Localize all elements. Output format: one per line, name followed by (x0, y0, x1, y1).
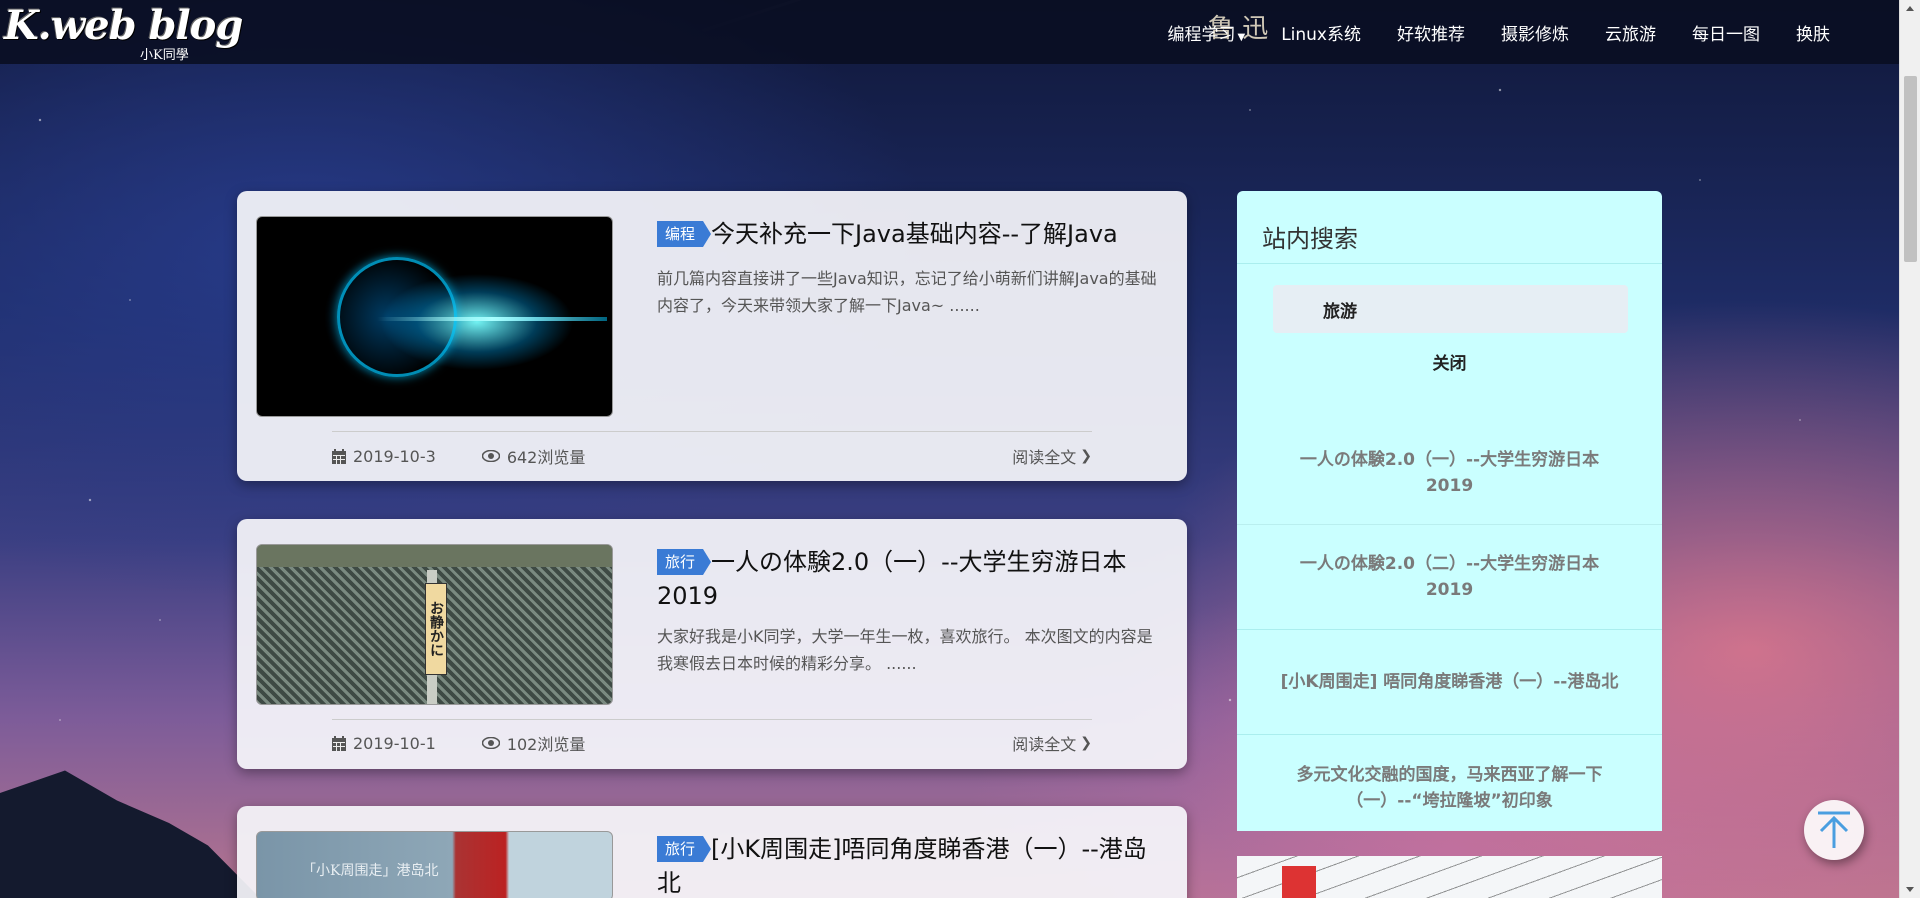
eye-icon (481, 737, 500, 749)
post-excerpt: 前几篇内容直接讲了一些Java知识，忘记了给小萌新们讲解Java的基础内容了，今… (657, 269, 1157, 315)
post-divider (332, 719, 1092, 720)
nav-item-change-skin[interactable]: 换肤 (1796, 20, 1830, 45)
post-title[interactable]: 旅行 一人の体験2.0（一）--大学生穷游日本2019 (657, 545, 1157, 613)
post-card: お静かに 旅行 一人の体験2.0（一）--大学生穷游日本2019 大家好我是小K同… (237, 519, 1187, 769)
calendar-icon (332, 735, 346, 751)
nav-item-photography[interactable]: 摄影修炼 (1501, 20, 1569, 45)
main-nav: 编程学习 ▼ Linux系统 好软推荐 摄影修炼 云旅游 每日一图 换肤 (1167, 20, 1830, 45)
eye-icon (481, 450, 500, 462)
post-thumbnail[interactable]: お静かに (256, 544, 613, 705)
sidebar-search-widget: 站内搜索 旅游 关闭 一人の体験2.0（一）--大学生穷游日本2019 一人の体… (1237, 191, 1662, 831)
post-views: 642浏览量 (481, 444, 586, 468)
nav-item-daily-image[interactable]: 每日一图 (1692, 20, 1760, 45)
post-title-text: [小K周围走]唔同角度睇香港（一）--港岛北 (657, 835, 1147, 897)
caret-down-icon: ▼ (1237, 32, 1246, 43)
thumbnail-decoration (377, 317, 607, 321)
chevron-right-icon: ❯ (1080, 735, 1092, 751)
search-results: 一人の体験2.0（一）--大学生穷游日本2019 一人の体験2.0（二）--大学… (1237, 422, 1662, 840)
post-title[interactable]: 旅行 [小K周围走]唔同角度睇香港（一）--港岛北 (657, 832, 1157, 898)
read-more-link[interactable]: 阅读全文 ❯ (1012, 731, 1092, 755)
nav-item-linux[interactable]: Linux系统 (1281, 20, 1361, 45)
search-result-item[interactable]: 多元文化交融的国度，马来西亚了解一下（一）--“垮拉隆坡”初印象 (1237, 735, 1662, 840)
post-title-text: 一人の体験2.0（一）--大学生穷游日本2019 (657, 548, 1127, 610)
nav-item-programming[interactable]: 编程学习 ▼ (1167, 20, 1245, 45)
post-thumbnail[interactable]: 「小K周围走」港岛北 (256, 831, 613, 898)
read-more-label: 阅读全文 (1012, 448, 1077, 467)
post-category-tag[interactable]: 编程 (657, 221, 712, 247)
nav-item-label: 编程学习 (1167, 25, 1236, 45)
top-navbar: K.web blog 小K同學 鲁 迅 编程学习 ▼ Linux系统 好软推荐 摄… (0, 0, 1920, 64)
thumbnail-decoration (257, 545, 612, 567)
page-scrollbar[interactable] (1899, 0, 1920, 898)
scroll-up-icon[interactable] (1906, 6, 1914, 11)
post-body: 旅行 一人の体験2.0（一）--大学生穷游日本2019 大家好我是小K同学，大学一… (657, 545, 1157, 677)
back-to-top-button[interactable] (1804, 800, 1864, 860)
search-result-item[interactable]: 一人の体験2.0（一）--大学生穷游日本2019 (1237, 422, 1662, 525)
post-views-text: 102浏览量 (506, 735, 586, 754)
post-body: 旅行 [小K周围走]唔同角度睇香港（一）--港岛北 (657, 832, 1157, 898)
chevron-right-icon: ❯ (1080, 448, 1092, 464)
post-date-text: 2019-10-3 (353, 446, 436, 466)
nav-item-cloud-travel[interactable]: 云旅游 (1605, 20, 1656, 45)
site-logo[interactable]: K.web blog (4, 2, 243, 50)
post-category-tag[interactable]: 旅行 (657, 549, 712, 575)
post-thumbnail[interactable] (256, 216, 613, 417)
post-views: 102浏览量 (481, 731, 586, 755)
search-result-item[interactable]: [小K周围走] 唔同角度睇香港（一）--港岛北 (1237, 630, 1662, 735)
sidebar-title: 站内搜索 (1262, 225, 1358, 253)
arrow-up-icon (1818, 811, 1850, 848)
scroll-down-icon[interactable] (1906, 887, 1914, 892)
thumbnail-sign: お静かに (425, 583, 447, 675)
calendar-icon (332, 448, 346, 464)
post-title[interactable]: 编程 今天补充一下Java基础内容--了解Java (657, 217, 1157, 251)
search-result-item[interactable]: 一人の体験2.0（二）--大学生穷游日本2019 (1237, 525, 1662, 630)
post-meta: 2019-10-3 642浏览量 阅读全文 ❯ (332, 444, 1092, 468)
search-input[interactable]: 旅游 (1273, 285, 1628, 333)
post-views-text: 642浏览量 (506, 448, 586, 467)
post-meta: 2019-10-1 102浏览量 阅读全文 ❯ (332, 731, 1092, 755)
post-card: 编程 今天补充一下Java基础内容--了解Java 前几篇内容直接讲了一些Java… (237, 191, 1187, 481)
read-more-link[interactable]: 阅读全文 ❯ (1012, 444, 1092, 468)
sidebar-divider (1237, 263, 1662, 264)
post-date-text: 2019-10-1 (353, 733, 436, 753)
read-more-label: 阅读全文 (1012, 735, 1077, 754)
post-body: 编程 今天补充一下Java基础内容--了解Java 前几篇内容直接讲了一些Java… (657, 217, 1157, 319)
nav-item-software[interactable]: 好软推荐 (1397, 20, 1465, 45)
post-category-tag[interactable]: 旅行 (657, 836, 712, 862)
close-button[interactable]: 关闭 (1237, 349, 1662, 374)
site-logo-subtitle: 小K同學 (140, 48, 189, 63)
post-card: 「小K周围走」港岛北 旅行 [小K周围走]唔同角度睇香港（一）--港岛北 (237, 806, 1187, 898)
banner-seal (1282, 866, 1316, 898)
post-excerpt: 大家好我是小K同学，大学一年生一枚，喜欢旅行。 本次图文的内容是我寒假去日本时候… (657, 627, 1153, 673)
thumbnail-caption: 「小K周围走」港岛北 (302, 863, 439, 879)
post-date: 2019-10-3 (332, 447, 436, 466)
scrollbar-thumb[interactable] (1904, 76, 1917, 262)
post-divider (332, 431, 1092, 432)
sidebar-banner-image[interactable] (1237, 856, 1662, 898)
post-title-text: 今天补充一下Java基础内容--了解Java (711, 220, 1118, 248)
post-date: 2019-10-1 (332, 734, 436, 753)
